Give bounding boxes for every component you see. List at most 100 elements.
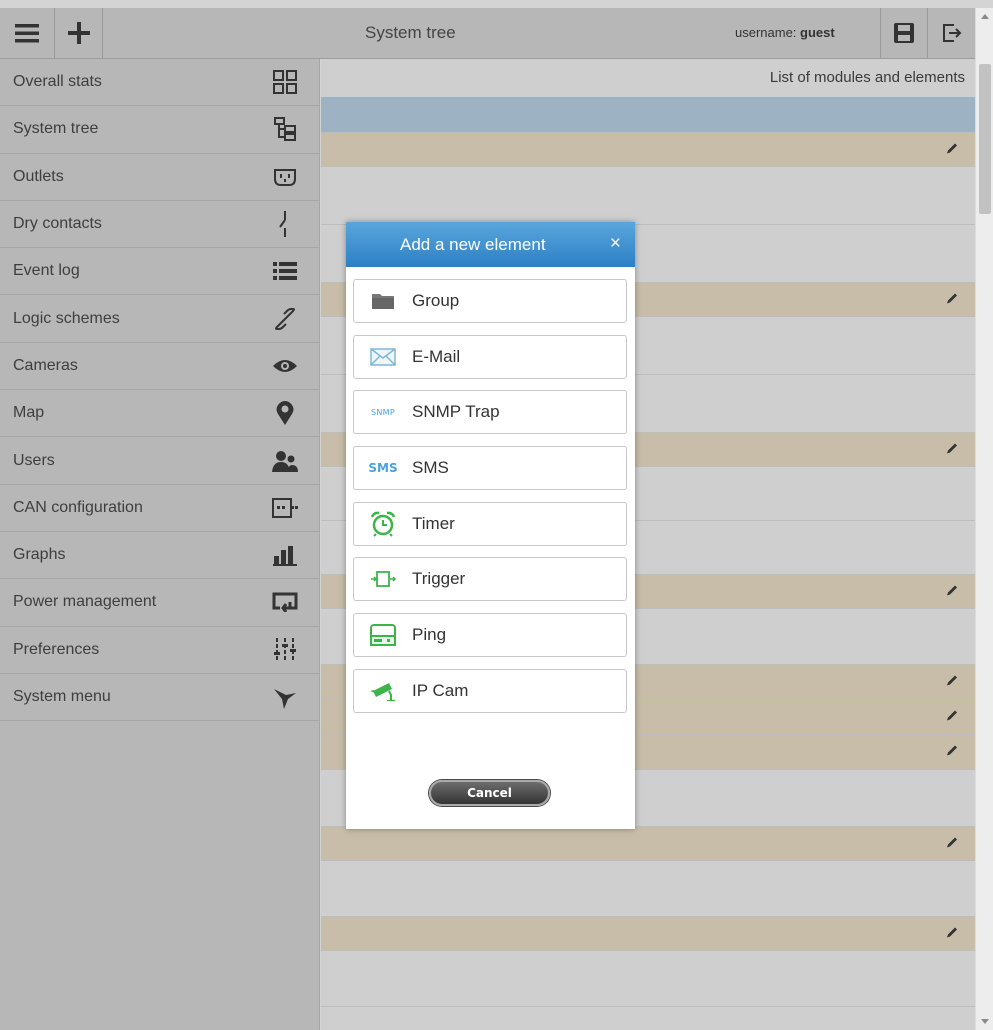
tree-row[interactable] <box>321 951 975 1007</box>
edit-pencil-icon[interactable] <box>945 582 959 601</box>
hamburger-icon <box>15 24 39 43</box>
add-snmp-trap-button[interactable]: SNMP SNMP Trap <box>353 390 627 434</box>
sidebar-item-label: Outlets <box>13 167 64 185</box>
bar-chart-icon <box>272 542 298 568</box>
sidebar-item-label: Power management <box>13 593 157 611</box>
edit-pencil-icon[interactable] <box>945 834 959 853</box>
edit-pencil-icon[interactable] <box>945 140 959 159</box>
can-bus-icon <box>272 495 298 521</box>
grid-icon <box>272 69 298 95</box>
sidebar-item-can-configuration[interactable]: CAN configuration <box>0 485 319 532</box>
tree-row[interactable] <box>321 861 975 917</box>
sidebar-item-preferences[interactable]: Preferences <box>0 627 319 674</box>
sidebar-item-map[interactable]: Map <box>0 390 319 438</box>
sidebar-item-label: Logic schemes <box>13 309 120 327</box>
outlet-icon <box>272 164 298 190</box>
sidebar-item-logic-schemes[interactable]: Logic schemes <box>0 295 319 343</box>
button-label: SNMP Trap <box>412 402 500 421</box>
sms-icon: SMS <box>368 461 398 475</box>
tree-row[interactable] <box>321 827 975 861</box>
tree-icon <box>272 116 298 142</box>
scrollbar-thumb[interactable] <box>979 64 991 214</box>
dialog-title: Add a new element <box>400 234 546 254</box>
sidebar-item-label: System tree <box>13 120 99 138</box>
menu-button[interactable] <box>0 8 55 58</box>
save-button[interactable] <box>880 8 928 58</box>
add-trigger-button[interactable]: Trigger <box>353 557 627 601</box>
content-header: List of modules and elements <box>769 69 965 86</box>
sidebar-item-event-log[interactable]: Event log <box>0 248 319 296</box>
edit-pencil-icon[interactable] <box>945 290 959 309</box>
sidebar-item-label: System menu <box>13 688 111 705</box>
sidebar: Overall stats System tree Outlets Dry co… <box>0 59 320 1030</box>
add-email-button[interactable]: E-Mail <box>353 335 627 379</box>
add-button[interactable] <box>55 8 103 58</box>
add-timer-button[interactable]: Timer <box>353 502 627 546</box>
users-icon <box>272 448 298 474</box>
plus-icon <box>67 22 90 44</box>
add-group-button[interactable]: Group <box>353 279 627 323</box>
sidebar-item-label: Overall stats <box>13 73 102 91</box>
tree-row[interactable] <box>321 133 975 167</box>
scroll-up-arrow-icon[interactable] <box>981 14 989 19</box>
button-label: Ping <box>412 625 447 644</box>
sidebar-item-outlets[interactable]: Outlets <box>0 154 319 201</box>
sidebar-item-users[interactable]: Users <box>0 437 319 485</box>
tree-row[interactable] <box>321 97 975 133</box>
edit-pencil-icon[interactable] <box>945 440 959 459</box>
sidebar-item-cameras[interactable]: Cameras <box>0 343 319 391</box>
logout-button[interactable] <box>928 8 975 58</box>
eye-icon <box>272 353 298 379</box>
button-label: IP Cam <box>412 681 469 700</box>
top-bar: System tree username: guest <box>0 8 975 59</box>
sidebar-item-system-tree[interactable]: System tree <box>0 106 319 154</box>
sidebar-item-power-management[interactable]: Power management <box>0 579 319 627</box>
sidebar-item-graphs[interactable]: Graphs <box>0 532 319 580</box>
scroll-down-arrow-icon[interactable] <box>981 1019 989 1024</box>
sidebar-item-system-menu[interactable]: System menu <box>0 674 319 722</box>
sliders-icon <box>272 637 298 663</box>
alarm-clock-icon <box>354 503 412 545</box>
edit-pencil-icon[interactable] <box>945 743 959 762</box>
edit-pencil-icon[interactable] <box>945 708 959 727</box>
sidebar-item-label: CAN configuration <box>13 498 143 516</box>
username-display: username: guest <box>735 8 835 58</box>
add-ip-cam-button[interactable]: IP Cam <box>353 669 627 713</box>
sidebar-item-label: Cameras <box>13 356 78 374</box>
username-label: username: <box>735 25 797 40</box>
tree-row[interactable] <box>321 1007 975 1030</box>
tree-row[interactable] <box>321 167 975 225</box>
map-pin-icon <box>272 400 298 426</box>
bird-icon <box>272 684 298 710</box>
add-element-dialog: Add a new element × Group E-Mail SNMP SN… <box>346 222 635 829</box>
tree-row[interactable] <box>321 917 975 951</box>
username-value: guest <box>800 25 835 40</box>
list-icon <box>272 258 298 284</box>
envelope-icon <box>354 336 412 378</box>
sidebar-item-dry-contacts[interactable]: Dry contacts <box>0 201 319 249</box>
logout-icon <box>942 24 961 42</box>
vertical-scrollbar[interactable] <box>975 8 993 1030</box>
sidebar-item-label: Graphs <box>13 546 66 564</box>
sidebar-item-label: Event log <box>13 262 80 280</box>
button-label: Timer <box>412 514 455 533</box>
page-title: System tree <box>365 23 456 42</box>
edit-pencil-icon[interactable] <box>945 924 959 943</box>
sidebar-item-overall-stats[interactable]: Overall stats <box>0 59 319 107</box>
security-camera-icon <box>354 670 412 712</box>
switch-contact-icon <box>272 211 298 238</box>
edit-pencil-icon[interactable] <box>945 673 959 692</box>
power-management-icon <box>272 589 298 615</box>
sidebar-item-label: Preferences <box>13 640 100 658</box>
sidebar-item-label: Dry contacts <box>13 215 102 233</box>
snmp-icon: SNMP <box>371 407 395 417</box>
add-ping-button[interactable]: Ping <box>353 613 627 657</box>
button-label: Trigger <box>412 569 466 588</box>
sidebar-item-label: Users <box>13 451 55 469</box>
button-label: SMS <box>412 458 449 477</box>
close-icon[interactable]: × <box>610 233 621 255</box>
cancel-button[interactable]: Cancel <box>429 780 550 806</box>
sidebar-item-label: Map <box>13 404 45 422</box>
add-sms-button[interactable]: SMS SMS <box>353 446 627 490</box>
trigger-icon <box>354 558 412 600</box>
